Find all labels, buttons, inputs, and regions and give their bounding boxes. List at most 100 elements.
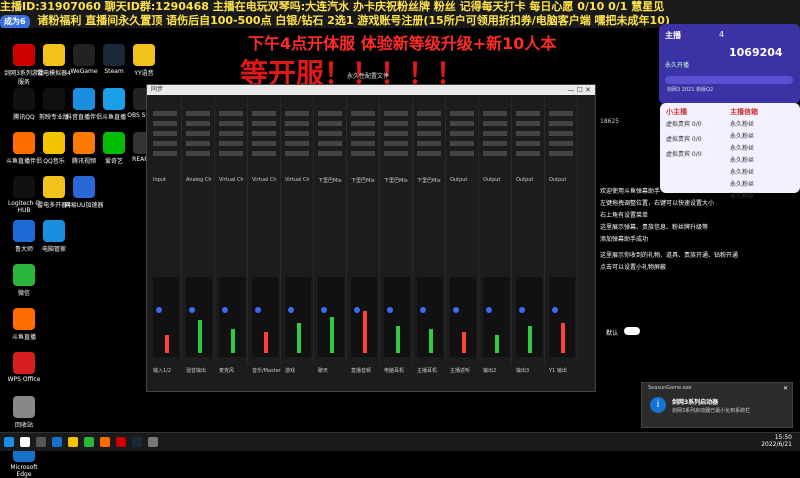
desktop-icon[interactable]: 斗鱼直播 — [2, 308, 46, 341]
close-icon[interactable]: ✕ — [783, 385, 788, 392]
plugin-slot[interactable] — [351, 111, 375, 116]
plugin-slot[interactable] — [450, 141, 474, 146]
plugin-slot[interactable] — [384, 111, 408, 116]
window-controls[interactable]: — ☐ ✕ — [567, 85, 591, 95]
plugin-slot[interactable] — [252, 111, 276, 116]
plugin-slot[interactable] — [186, 111, 210, 116]
mixer-channel[interactable]: Analog Ch 混音输出 — [184, 97, 215, 374]
plugin-slot[interactable] — [516, 131, 540, 136]
plugin-slot[interactable] — [186, 141, 210, 146]
plugin-slot[interactable] — [285, 151, 309, 156]
wechat-icon[interactable] — [84, 437, 94, 447]
mixer-channel[interactable]: Output 输出2 — [481, 97, 512, 374]
start-icon[interactable] — [4, 437, 14, 447]
plugin-slot[interactable] — [450, 111, 474, 116]
mixer-channel[interactable]: Input 输入1/2 — [151, 97, 182, 374]
plugin-slot[interactable] — [153, 151, 177, 156]
plugin-slot[interactable] — [252, 151, 276, 156]
plugin-slot[interactable] — [153, 131, 177, 136]
plugin-slot[interactable] — [219, 121, 243, 126]
plugin-slot[interactable] — [483, 141, 507, 146]
plugin-slot[interactable] — [483, 151, 507, 156]
mixer-channel[interactable]: Output Y1 输出 — [547, 97, 578, 374]
plugin-slot[interactable] — [219, 111, 243, 116]
plugin-slot[interactable] — [450, 121, 474, 126]
plugin-slot[interactable] — [318, 141, 342, 146]
plugin-slot[interactable] — [219, 131, 243, 136]
fader-knob[interactable] — [519, 307, 525, 313]
game-icon[interactable] — [116, 437, 126, 447]
desktop-icon[interactable]: 回收站 — [2, 396, 46, 429]
plugin-slot[interactable] — [351, 121, 375, 126]
plugin-slot[interactable] — [318, 131, 342, 136]
douyu-icon[interactable] — [100, 437, 110, 447]
plugin-slot[interactable] — [318, 151, 342, 156]
stream-card[interactable]: 主播 4 1069204 永久开播 剑网3 2021 新版Q2 — [659, 24, 800, 104]
plugin-slot[interactable] — [285, 131, 309, 136]
folder-icon[interactable] — [68, 437, 78, 447]
mixer-channel[interactable]: Output 主播返听 — [448, 97, 479, 374]
plugin-slot[interactable] — [285, 111, 309, 116]
plugin-slot[interactable] — [516, 121, 540, 126]
app-icon[interactable] — [148, 437, 158, 447]
plugin-slot[interactable] — [219, 141, 243, 146]
plugin-slot[interactable] — [417, 151, 441, 156]
mixer-channel[interactable]: Virtual Ch 音乐/Master — [250, 97, 281, 374]
plugin-slot[interactable] — [384, 141, 408, 146]
plugin-slot[interactable] — [318, 121, 342, 126]
plugin-slot[interactable] — [450, 151, 474, 156]
plugin-slot[interactable] — [549, 141, 573, 146]
fader-knob[interactable] — [222, 307, 228, 313]
plugin-slot[interactable] — [483, 131, 507, 136]
plugin-slot[interactable] — [417, 141, 441, 146]
plugin-slot[interactable] — [252, 131, 276, 136]
plugin-slot[interactable] — [549, 131, 573, 136]
plugin-slot[interactable] — [417, 111, 441, 116]
fader-knob[interactable] — [255, 307, 261, 313]
plugin-slot[interactable] — [186, 131, 210, 136]
plugin-slot[interactable] — [351, 131, 375, 136]
clock[interactable]: 15:50 2022/6/21 — [761, 434, 792, 448]
plugin-slot[interactable] — [219, 151, 243, 156]
plugin-slot[interactable] — [450, 131, 474, 136]
desktop-icon[interactable]: WPS Office — [2, 352, 46, 383]
mixer-channel[interactable]: 下里巴Mix 主播耳机 — [415, 97, 446, 374]
plugin-slot[interactable] — [252, 141, 276, 146]
plugin-slot[interactable] — [153, 141, 177, 146]
plugin-slot[interactable] — [516, 151, 540, 156]
fader-knob[interactable] — [486, 307, 492, 313]
fader-knob[interactable] — [354, 307, 360, 313]
plugin-slot[interactable] — [549, 121, 573, 126]
mixer-channel[interactable]: Output 输出3 — [514, 97, 545, 374]
plugin-slot[interactable] — [417, 131, 441, 136]
plugin-slot[interactable] — [417, 121, 441, 126]
mixer-title-bar[interactable]: 同步 — ☐ ✕ — [147, 85, 595, 95]
plugin-slot[interactable] — [384, 151, 408, 156]
plugin-slot[interactable] — [153, 121, 177, 126]
plugin-slot[interactable] — [549, 151, 573, 156]
plugin-slot[interactable] — [186, 121, 210, 126]
mixer-window[interactable]: 同步 — ☐ ✕ 永久性配置文件 Input 输入1/2 Analog Ch 混音输出… — [146, 73, 596, 392]
desktop-icon[interactable]: YY语音 — [122, 44, 166, 77]
plugin-slot[interactable] — [384, 121, 408, 126]
plugin-slot[interactable] — [351, 141, 375, 146]
mixer-channel[interactable]: 下里巴Mix 聊天 — [316, 97, 347, 374]
fader-knob[interactable] — [420, 307, 426, 313]
desktop-icon[interactable]: 微信 — [2, 264, 46, 297]
fader-knob[interactable] — [288, 307, 294, 313]
desktop-icon[interactable]: 网易UU加速器 — [62, 176, 106, 209]
mixer-channel[interactable]: 下里巴Mix 电脑耳机 — [382, 97, 413, 374]
plugin-slot[interactable] — [549, 111, 573, 116]
fader-knob[interactable] — [552, 307, 558, 313]
plugin-slot[interactable] — [384, 131, 408, 136]
fader-knob[interactable] — [321, 307, 327, 313]
mixer-channel[interactable]: Virtual Ch 麦克风 — [217, 97, 248, 374]
fader-knob[interactable] — [156, 307, 162, 313]
fader-knob[interactable] — [189, 307, 195, 313]
notification-toast[interactable]: SeasunGame.exe ✕ i 剑网3系列启动器 剑网3系列启动器已最小化… — [641, 382, 793, 428]
plugin-slot[interactable] — [285, 121, 309, 126]
mixer-channel[interactable]: 下里巴Mix 直播音频 — [349, 97, 380, 374]
edge-icon[interactable] — [52, 437, 62, 447]
mixer-channel[interactable]: Virtual Ch 游戏 — [283, 97, 314, 374]
fader-knob[interactable] — [387, 307, 393, 313]
